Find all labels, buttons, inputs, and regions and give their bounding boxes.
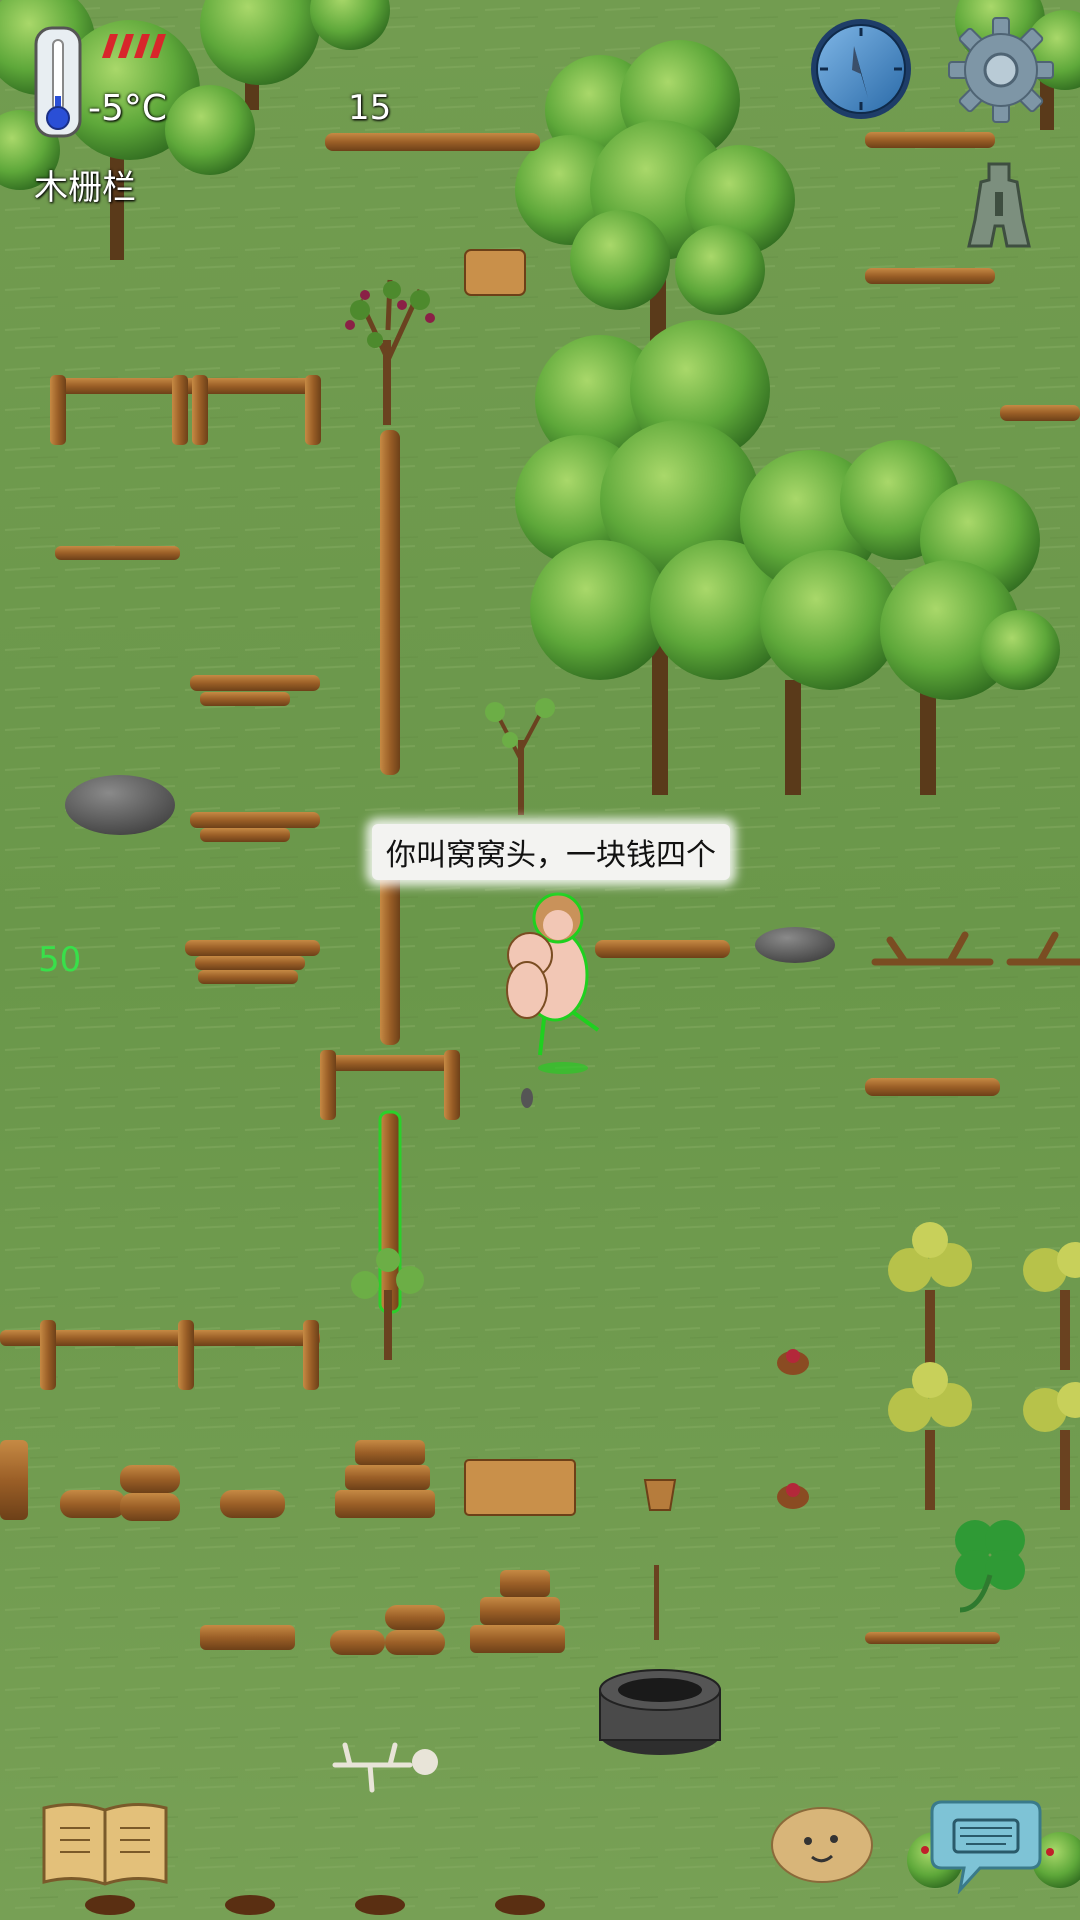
speech-bubble: 你叫窝窝头，一块钱四个 (372, 824, 730, 880)
vertical-fence-middle[interactable] (380, 860, 400, 1045)
food-meter (96, 32, 176, 60)
stick[interactable] (654, 1565, 659, 1640)
seed-item[interactable] (521, 1088, 533, 1108)
counter-label: 15 (348, 88, 392, 128)
keyboard-chat-icon[interactable] (930, 1798, 1042, 1895)
spade-coin-icon[interactable] (965, 160, 1033, 250)
compass-icon[interactable] (808, 16, 914, 122)
held-item-label: 木栅栏 (34, 168, 136, 208)
potato-face-icon[interactable] (770, 1805, 875, 1885)
game-world[interactable] (0, 0, 1080, 1920)
gear-icon[interactable] (945, 14, 1057, 126)
temperature-label: -5°C (88, 88, 168, 129)
game-stage[interactable]: -5°C 木栅栏 15 50 你叫窝窝头，一块钱四个 (0, 0, 1080, 1920)
rock-small[interactable] (755, 927, 835, 963)
book-icon[interactable] (40, 1798, 170, 1888)
bucket[interactable] (643, 1479, 677, 1511)
vertical-fence-upper[interactable] (380, 430, 400, 775)
rock-big[interactable] (65, 775, 175, 835)
thermometer-icon (34, 26, 82, 138)
age-label: 50 (38, 940, 82, 980)
stone-well[interactable] (599, 1669, 721, 1755)
